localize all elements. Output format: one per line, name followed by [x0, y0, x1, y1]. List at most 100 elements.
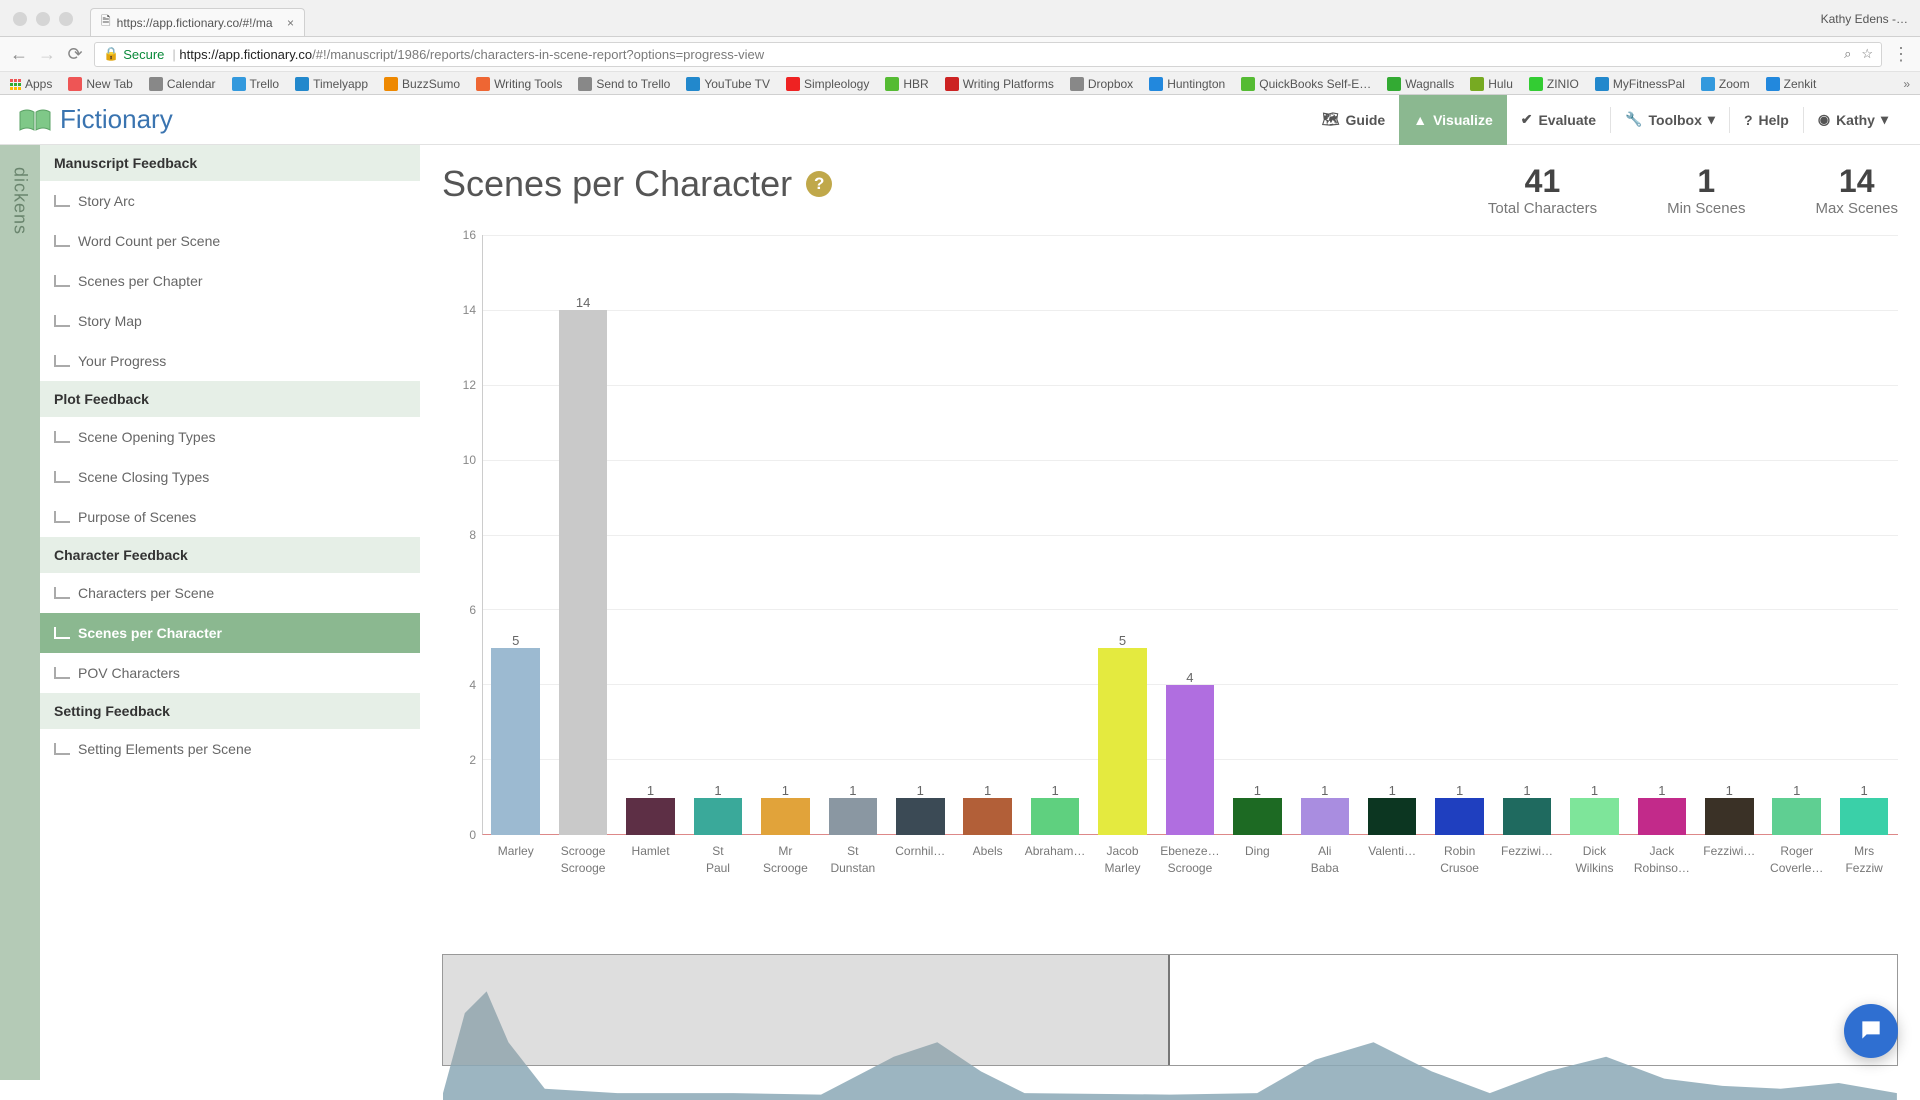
bookmark[interactable]: Hulu — [1470, 77, 1513, 91]
sidebar-item[interactable]: Word Count per Scene — [40, 221, 420, 261]
reload-icon[interactable]: ⟳ — [66, 44, 84, 65]
nav-toolbox[interactable]: 🔧Toolbox▾ — [1611, 95, 1729, 145]
bar[interactable] — [761, 798, 810, 836]
bar-column[interactable]: 1 — [1291, 235, 1358, 835]
bar-column[interactable]: 5 — [1089, 235, 1156, 835]
bar[interactable] — [559, 310, 608, 835]
sidebar-item[interactable]: Scenes per Character — [40, 613, 420, 653]
x-label: MrsFezziw — [1830, 837, 1897, 877]
brush-selection[interactable] — [443, 955, 1170, 1065]
bar[interactable] — [626, 798, 675, 836]
bar-column[interactable]: 1 — [617, 235, 684, 835]
bookmark[interactable]: MyFitnessPal — [1595, 77, 1685, 91]
close-icon[interactable]: × — [287, 16, 294, 30]
bar[interactable] — [1435, 798, 1484, 836]
sidebar-item[interactable]: Scene Opening Types — [40, 417, 420, 457]
nav-help[interactable]: ?Help — [1730, 95, 1803, 145]
bookmark[interactable]: Timelyapp — [295, 77, 368, 91]
bookmark[interactable]: Simpleology — [786, 77, 869, 91]
user-menu[interactable]: ◉Kathy▾ — [1804, 95, 1902, 145]
bookmark[interactable]: QuickBooks Self-E… — [1241, 77, 1371, 91]
bookmark[interactable]: Writing Tools — [476, 77, 562, 91]
bar-column[interactable]: 1 — [1021, 235, 1088, 835]
sidebar-item[interactable]: Story Arc — [40, 181, 420, 221]
bar-column[interactable]: 1 — [1358, 235, 1425, 835]
bar-column[interactable]: 1 — [1696, 235, 1763, 835]
logo[interactable]: Fictionary — [18, 104, 173, 135]
sidebar-item[interactable]: Scenes per Chapter — [40, 261, 420, 301]
bar-column[interactable]: 1 — [1224, 235, 1291, 835]
bar-column[interactable]: 1 — [752, 235, 819, 835]
bookmark[interactable]: Send to Trello — [578, 77, 670, 91]
bookmark[interactable]: Huntington — [1149, 77, 1225, 91]
bar[interactable] — [1368, 798, 1417, 836]
nav-visualize[interactable]: ▲Visualize — [1399, 95, 1507, 145]
star-icon[interactable]: ☆ — [1861, 46, 1873, 62]
bar-column[interactable]: 1 — [954, 235, 1021, 835]
x-label: JacobMarley — [1089, 837, 1156, 877]
chart-brush[interactable] — [442, 954, 1898, 1066]
bar-column[interactable]: 1 — [1493, 235, 1560, 835]
bookmark[interactable]: Dropbox — [1070, 77, 1133, 91]
help-icon[interactable]: ? — [806, 171, 832, 197]
bar[interactable] — [694, 798, 743, 836]
sidebar-item[interactable]: Purpose of Scenes — [40, 497, 420, 537]
bar[interactable] — [1570, 798, 1619, 836]
x-label: StDunstan — [819, 837, 886, 877]
bookmark[interactable]: Wagnalls — [1387, 77, 1454, 91]
bookmark[interactable]: Trello — [232, 77, 280, 91]
bar-column[interactable]: 5 — [482, 235, 549, 835]
bar[interactable] — [1031, 798, 1080, 836]
bar-column[interactable]: 1 — [1763, 235, 1830, 835]
bar[interactable] — [896, 798, 945, 836]
bar[interactable] — [1233, 798, 1282, 836]
key-icon[interactable]: ⌕ — [1844, 46, 1851, 62]
bar[interactable] — [1705, 798, 1754, 836]
bar[interactable] — [1840, 798, 1889, 836]
nav-guide[interactable]: 🗺Guide — [1308, 95, 1399, 145]
bar[interactable] — [1166, 685, 1215, 835]
bar[interactable] — [829, 798, 878, 836]
bookmark[interactable]: Calendar — [149, 77, 216, 91]
nav-evaluate[interactable]: ✔Evaluate — [1507, 95, 1610, 145]
sidebar-item[interactable]: Scene Closing Types — [40, 457, 420, 497]
bar[interactable] — [1638, 798, 1687, 836]
bar[interactable] — [1503, 798, 1552, 836]
sidebar-item[interactable]: Characters per Scene — [40, 573, 420, 613]
bar-column[interactable]: 1 — [684, 235, 751, 835]
bookmark[interactable]: New Tab — [68, 77, 132, 91]
bar-column[interactable]: 1 — [887, 235, 954, 835]
sidebar-item[interactable]: Story Map — [40, 301, 420, 341]
bar-column[interactable]: 1 — [819, 235, 886, 835]
sidebar-item[interactable]: Your Progress — [40, 341, 420, 381]
intercom-launcher[interactable] — [1844, 1004, 1898, 1058]
bookmark[interactable]: Zenkit — [1766, 77, 1817, 91]
address-bar[interactable]: 🔒 Secure | https://app.fictionary.co /#!… — [94, 42, 1882, 67]
bar[interactable] — [963, 798, 1012, 836]
bookmark[interactable]: BuzzSumo — [384, 77, 460, 91]
browser-tab[interactable]: 🗎 https://app.fictionary.co/#!/ma × — [90, 8, 305, 36]
bar-column[interactable]: 14 — [549, 235, 616, 835]
bar[interactable] — [1772, 798, 1821, 836]
bookmark[interactable]: HBR — [885, 77, 928, 91]
sidebar-item[interactable]: POV Characters — [40, 653, 420, 693]
bar[interactable] — [1301, 798, 1350, 836]
back-icon[interactable]: ← — [10, 44, 28, 65]
sidebar-item[interactable]: Setting Elements per Scene — [40, 729, 420, 769]
bar-column[interactable]: 1 — [1426, 235, 1493, 835]
menu-icon[interactable]: ⋮ — [1892, 44, 1910, 65]
bookmark[interactable]: Zoom — [1701, 77, 1750, 91]
bar-column[interactable]: 1 — [1830, 235, 1897, 835]
tab-title: https://app.fictionary.co/#!/ma — [117, 16, 273, 30]
bar[interactable] — [1098, 648, 1147, 836]
bar-column[interactable]: 1 — [1561, 235, 1628, 835]
bar[interactable] — [491, 648, 540, 836]
bar-column[interactable]: 4 — [1156, 235, 1223, 835]
apps-icon[interactable]: Apps — [10, 77, 52, 91]
chrome-profile-label[interactable]: Kathy Edens -… — [1821, 12, 1908, 26]
bookmark[interactable]: ZINIO — [1529, 77, 1579, 91]
bar-column[interactable]: 1 — [1628, 235, 1695, 835]
bookmarks-overflow[interactable]: » — [1903, 77, 1910, 91]
bookmark[interactable]: Writing Platforms — [945, 77, 1054, 91]
bookmark[interactable]: YouTube TV — [686, 77, 770, 91]
